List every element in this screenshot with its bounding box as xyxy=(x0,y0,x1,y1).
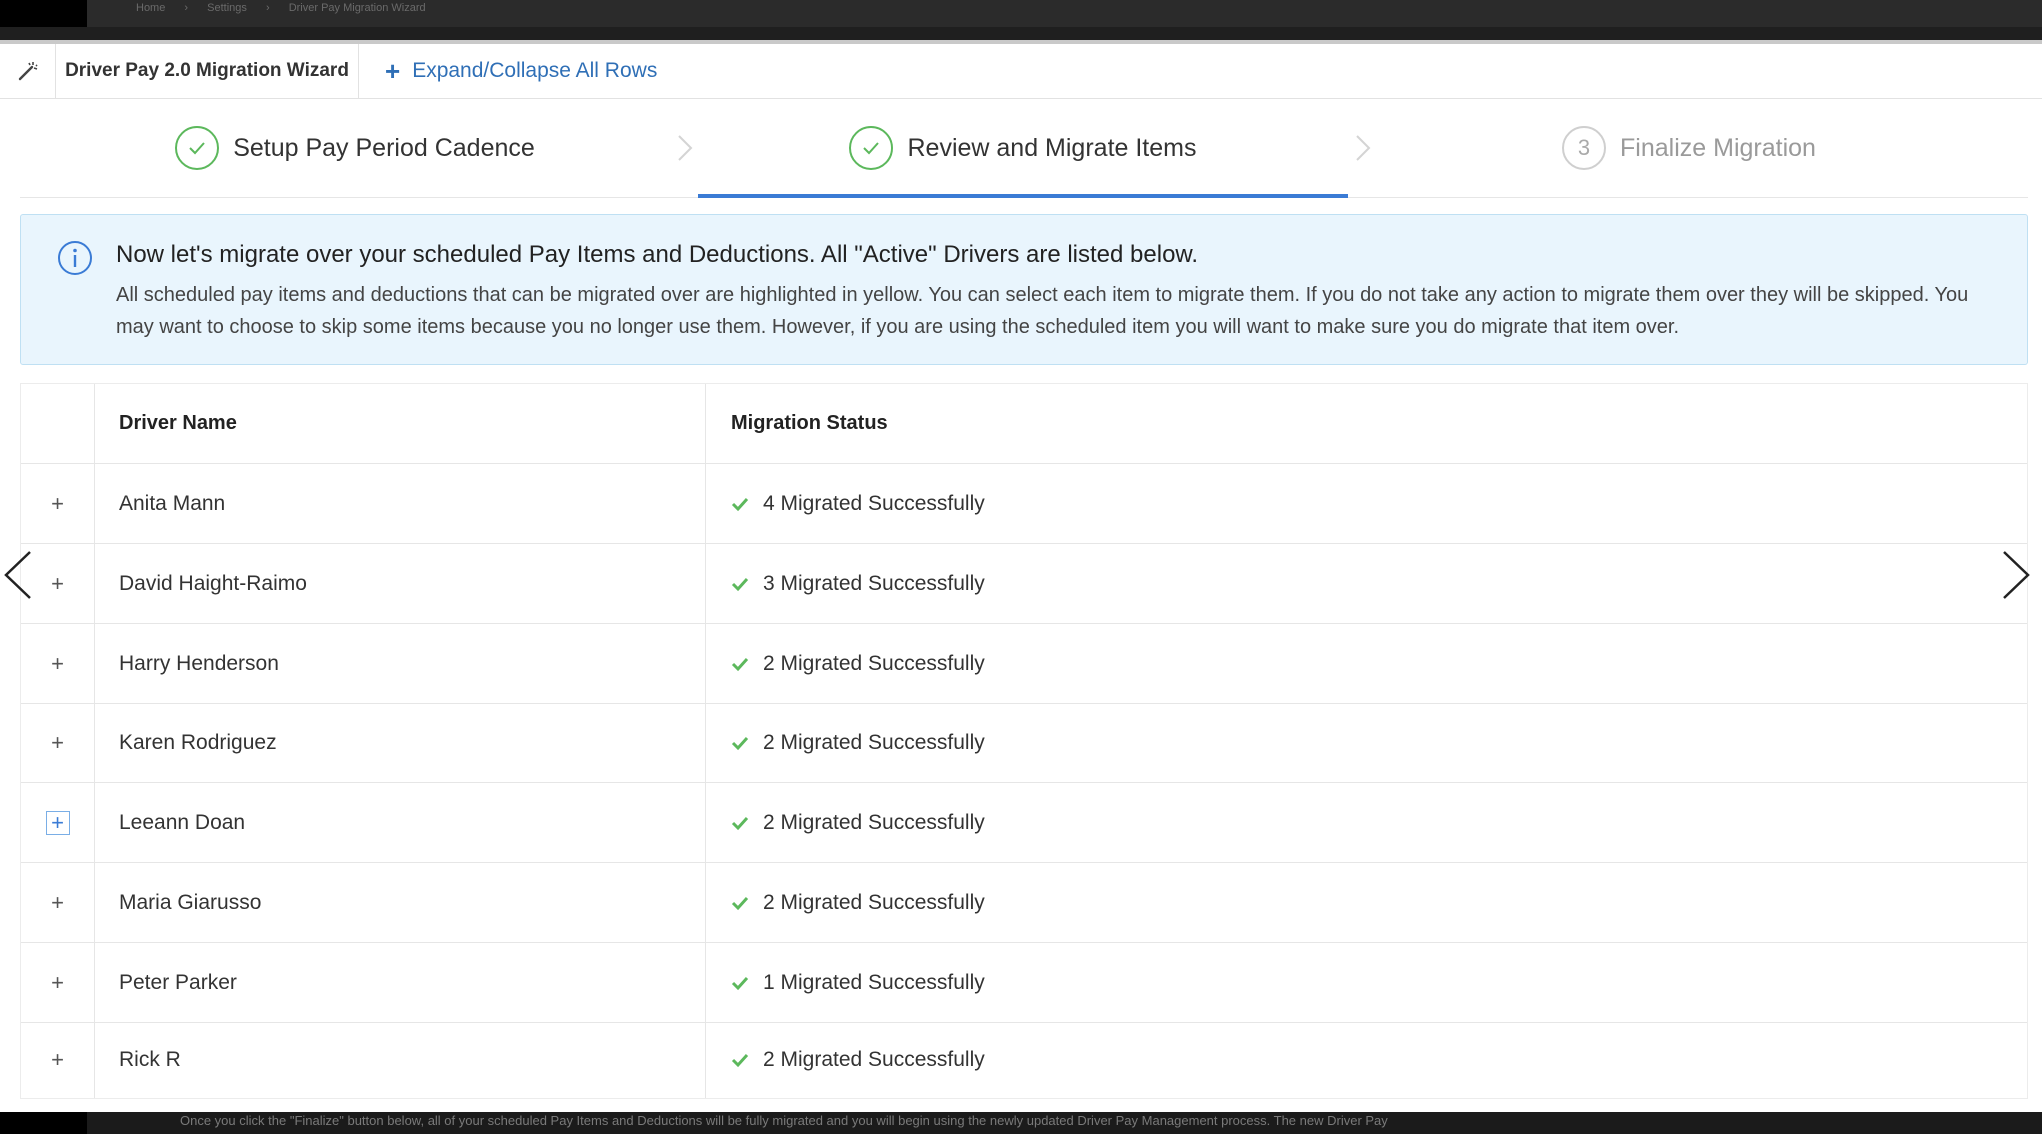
table-row: + Anita Mann 4 Migrated Successfully xyxy=(21,464,2027,544)
chevron-left-icon[interactable] xyxy=(0,548,36,602)
expand-cell: + xyxy=(21,703,95,782)
table-row: + Peter Parker 1 Migrated Successfully xyxy=(21,943,2027,1023)
driver-name-cell: Anita Mann xyxy=(95,464,706,543)
table-row: + Leeann Doan 2 Migrated Successfully xyxy=(21,783,2027,863)
row-expand-button[interactable]: + xyxy=(46,971,70,995)
chevron-right-icon[interactable] xyxy=(1998,548,2034,602)
table-row: + Harry Henderson 2 Migrated Successfull… xyxy=(21,624,2027,704)
bottom-bar-block xyxy=(0,1112,87,1134)
driver-name-cell: David Haight-Raimo xyxy=(95,544,706,623)
breadcrumb-separator: › xyxy=(184,2,189,14)
table-row: + Karen Rodriguez 2 Migrated Successfull… xyxy=(21,703,2027,783)
driver-name-cell: Leeann Doan xyxy=(95,783,706,862)
step-label: Setup Pay Period Cadence xyxy=(233,133,535,162)
expand-cell: + xyxy=(21,624,95,703)
background-page-strip: Once you click the "Finalize" button bel… xyxy=(0,1112,2042,1134)
migration-status-text: 2 Migrated Successfully xyxy=(763,810,985,834)
row-expand-button[interactable]: + xyxy=(46,572,70,596)
migration-status-cell: 2 Migrated Successfully xyxy=(707,624,2027,703)
driver-name-cell: Peter Parker xyxy=(95,943,706,1022)
top-bar: Home › Settings › Driver Pay Migration W… xyxy=(0,0,2042,27)
migration-status-cell: 2 Migrated Successfully xyxy=(707,783,2027,862)
migration-wizard-modal: Driver Pay 2.0 Migration Wizard + Expand… xyxy=(0,40,2042,1112)
row-expand-button[interactable]: + xyxy=(46,731,70,755)
plus-icon: + xyxy=(385,56,401,86)
expand-collapse-all-button[interactable]: + Expand/Collapse All Rows xyxy=(385,44,657,98)
row-expand-button[interactable]: + xyxy=(46,652,70,676)
step-number-badge: 3 xyxy=(1562,126,1607,170)
column-header-driver-name[interactable]: Driver Name xyxy=(95,384,706,463)
driver-name-cell: Harry Henderson xyxy=(95,624,706,703)
migration-status-cell: 2 Migrated Successfully xyxy=(707,1022,2027,1098)
step-complete-check-icon xyxy=(175,126,220,170)
info-title: Now let's migrate over your scheduled Pa… xyxy=(116,241,1199,268)
migration-status-text: 2 Migrated Successfully xyxy=(763,651,985,675)
wizard-icon-cell xyxy=(0,44,56,98)
info-icon xyxy=(58,241,92,275)
check-icon xyxy=(731,895,749,911)
migration-status-text: 2 Migrated Successfully xyxy=(763,1048,985,1071)
migration-status-cell: 4 Migrated Successfully xyxy=(707,464,2027,543)
step-finalize-migration[interactable]: 3 Finalize Migration xyxy=(1350,99,2028,197)
expand-cell: + xyxy=(21,783,95,862)
check-icon xyxy=(731,496,749,512)
info-alert: Now let's migrate over your scheduled Pa… xyxy=(20,214,2028,365)
active-step-indicator xyxy=(698,194,1348,198)
step-label: Review and Migrate Items xyxy=(907,133,1197,162)
migration-status-text: 2 Migrated Successfully xyxy=(763,730,985,754)
driver-name-cell: Maria Giarusso xyxy=(95,863,706,942)
wizard-title: Driver Pay 2.0 Migration Wizard xyxy=(56,44,359,98)
driver-name-cell: Rick R xyxy=(95,1022,706,1098)
step-review-migrate[interactable]: Review and Migrate Items xyxy=(698,99,1348,197)
table-row: + Maria Giarusso 2 Migrated Successfully xyxy=(21,863,2027,943)
breadcrumb: Home › Settings › Driver Pay Migration W… xyxy=(136,2,442,14)
breadcrumb-separator: › xyxy=(265,2,270,14)
expand-collapse-label: Expand/Collapse All Rows xyxy=(412,59,658,82)
expand-cell: + xyxy=(21,1022,95,1098)
step-complete-check-icon xyxy=(849,126,894,170)
breadcrumb-item-current: Driver Pay Migration Wizard xyxy=(288,2,426,14)
drivers-table: Driver Name Migration Status + Anita Man… xyxy=(20,383,2028,1099)
driver-name-cell: Karen Rodriguez xyxy=(95,703,706,782)
breadcrumb-item-settings[interactable]: Settings xyxy=(207,2,247,14)
table-row: + David Haight-Raimo 3 Migrated Successf… xyxy=(21,544,2027,624)
chevron-right-icon xyxy=(678,135,693,161)
wizard-steps: Setup Pay Period Cadence Review and Migr… xyxy=(20,99,2028,198)
row-expand-button[interactable]: + xyxy=(46,1048,70,1072)
migration-status-cell: 2 Migrated Successfully xyxy=(707,863,2027,942)
top-bar-logo-block xyxy=(0,0,87,27)
migration-status-text: 1 Migrated Successfully xyxy=(763,970,985,994)
migration-status-cell: 3 Migrated Successfully xyxy=(707,544,2027,623)
column-header-migration-status[interactable]: Migration Status xyxy=(707,384,2027,463)
check-icon xyxy=(731,975,749,991)
wizard-header: Driver Pay 2.0 Migration Wizard + Expand… xyxy=(0,44,2042,99)
migration-status-text: 3 Migrated Successfully xyxy=(763,571,985,595)
step-label: Finalize Migration xyxy=(1620,133,1816,162)
migration-status-text: 2 Migrated Successfully xyxy=(763,890,985,914)
check-icon xyxy=(731,1052,749,1068)
expand-cell: + xyxy=(21,943,95,1022)
migration-status-text: 4 Migrated Successfully xyxy=(763,491,985,515)
expand-cell: + xyxy=(21,863,95,942)
magic-wand-icon xyxy=(18,62,38,81)
breadcrumb-item-home[interactable]: Home xyxy=(136,2,165,14)
row-expand-button[interactable]: + xyxy=(46,891,70,915)
migration-status-cell: 2 Migrated Successfully xyxy=(707,703,2027,782)
migration-status-cell: 1 Migrated Successfully xyxy=(707,943,2027,1022)
check-icon xyxy=(731,576,749,592)
table-row: + Rick R 2 Migrated Successfully xyxy=(21,1022,2027,1098)
check-icon xyxy=(731,815,749,831)
check-icon xyxy=(731,735,749,751)
step-setup-pay-period[interactable]: Setup Pay Period Cadence xyxy=(20,99,690,197)
row-expand-button[interactable]: + xyxy=(46,492,70,516)
background-page-text: Once you click the "Finalize" button bel… xyxy=(180,1113,1388,1128)
expand-column-header xyxy=(21,384,95,463)
row-expand-button[interactable]: + xyxy=(45,810,70,835)
table-header-row: Driver Name Migration Status xyxy=(21,384,2027,464)
expand-cell: + xyxy=(21,464,95,543)
check-icon xyxy=(731,656,749,672)
info-body: All scheduled pay items and deductions t… xyxy=(116,284,1969,338)
